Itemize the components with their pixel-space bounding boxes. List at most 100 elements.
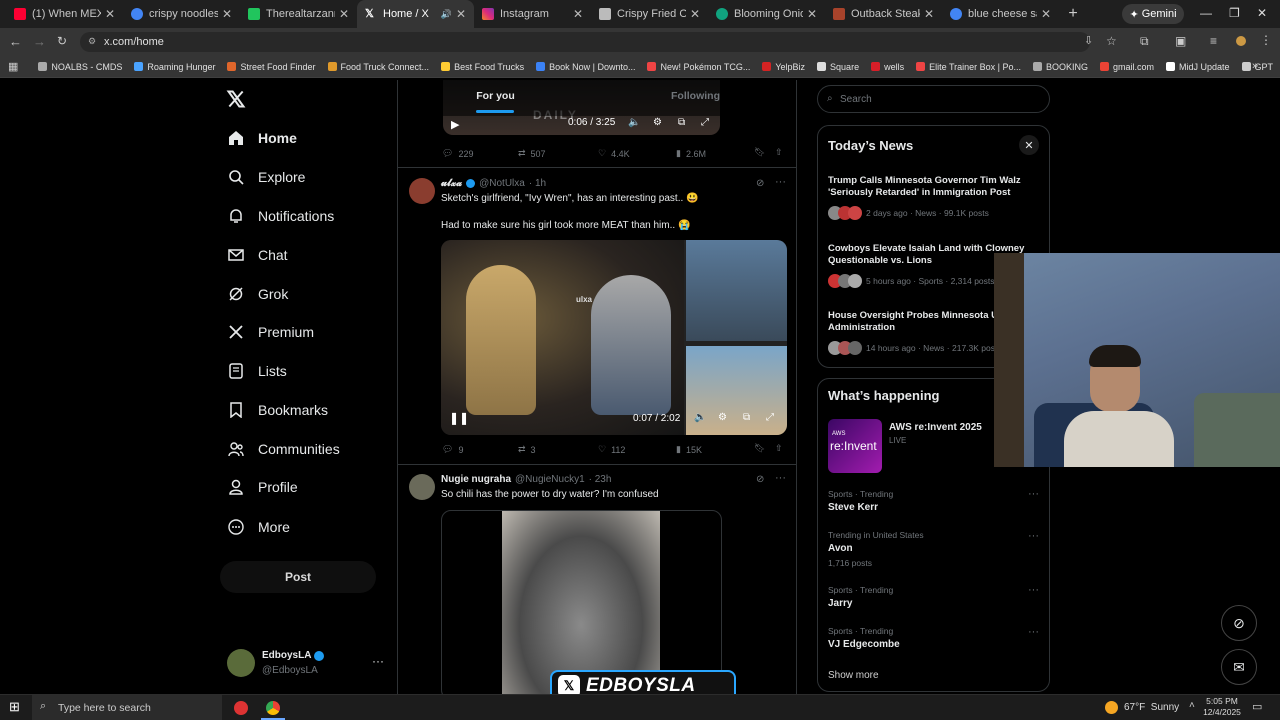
nav-lists[interactable]: Lists <box>228 363 287 379</box>
bookmark-item[interactable]: Roaming Hunger <box>134 62 215 72</box>
close-tab-icon[interactable]: ✕ <box>573 7 583 21</box>
grok-icon[interactable]: ⊘ <box>756 178 764 189</box>
profile-avatar-icon[interactable] <box>1236 36 1246 46</box>
like-button[interactable]: ♡ 112 <box>598 444 625 455</box>
fullscreen-icon[interactable]: ⤢ <box>766 412 774 423</box>
trend-title[interactable]: Jarry <box>828 598 852 609</box>
bookmark-item[interactable]: BOOKING <box>1032 62 1088 72</box>
back-icon[interactable]: ← <box>9 34 22 49</box>
weather-text[interactable]: 67°F Sunny <box>1124 702 1179 713</box>
address-bar[interactable]: ⚙ x.com/home ⇩ ☆ <box>80 32 1117 52</box>
bookmark-item[interactable]: Street Food Finder <box>227 62 316 72</box>
settings-icon[interactable]: ⚙ <box>718 412 727 423</box>
reply-button[interactable]: 💬︎ 9 <box>442 444 463 455</box>
avatar[interactable] <box>227 649 255 677</box>
account-menu-icon[interactable]: ··· <box>372 654 384 668</box>
app-icon[interactable] <box>234 701 248 715</box>
restore-icon[interactable]: ❐ <box>1229 6 1240 20</box>
browser-tab[interactable]: Outback Steakhous ✕ <box>825 0 942 28</box>
close-window-icon[interactable]: ✕ <box>1257 6 1267 20</box>
grok-fab-icon[interactable]: ⊘ <box>1221 605 1257 641</box>
tab-for-you[interactable]: For you <box>453 90 538 102</box>
nav-profile[interactable]: Profile <box>228 479 298 495</box>
bookmark-item[interactable]: Food Truck Connect... <box>327 62 429 72</box>
trend-title[interactable]: Steve Kerr <box>828 502 878 513</box>
views-button[interactable]: ▮ 15K <box>676 444 702 455</box>
browser-tab[interactable]: Crispy Fried Onions ✕ <box>591 0 708 28</box>
bookmark-item[interactable]: Book Now | Downto... <box>536 62 635 72</box>
volume-icon[interactable]: 🔈 <box>628 117 640 128</box>
post-video[interactable]: ulxa ❚❚ 0:07 / 2:02 🔈 ⚙ ⧉ ⤢ <box>441 240 787 435</box>
author-name[interactable]: 𝓾𝓵𝔁𝓪 <box>441 178 462 189</box>
more-bookmarks-icon[interactable]: » <box>1252 60 1258 72</box>
x-logo[interactable] <box>226 89 246 109</box>
post-button[interactable]: Post <box>220 561 376 593</box>
play-icon[interactable]: ▶ <box>451 118 459 131</box>
close-icon[interactable]: ✕ <box>1019 135 1039 155</box>
nav-chat[interactable]: Chat <box>228 247 288 263</box>
nav-more[interactable]: More <box>228 519 290 535</box>
bookmark-item[interactable]: YelpBiz <box>762 62 805 72</box>
bookmark-star-icon[interactable]: ☆ <box>1106 34 1117 48</box>
post-menu-icon[interactable]: ··· <box>775 176 786 188</box>
new-tab-button[interactable]: + <box>1059 5 1087 23</box>
speaker-icon[interactable]: 🔊 <box>441 9 452 20</box>
pip-icon[interactable]: ⧉ <box>678 117 685 128</box>
repost-button[interactable]: ⇄ 507 <box>518 148 546 159</box>
bookmark-item[interactable]: NOALBS - CMDS <box>38 62 122 72</box>
bookmark-item[interactable]: MidJ Update <box>1166 62 1230 72</box>
tab-following[interactable]: Following <box>653 90 738 102</box>
apps-grid-icon[interactable]: ▦ <box>8 60 18 73</box>
bookmark-item[interactable]: Best Food Trucks <box>441 62 524 72</box>
close-tab-icon[interactable]: ✕ <box>339 7 349 21</box>
media-icon[interactable]: ≡ <box>1210 34 1217 48</box>
trend-title[interactable]: Avon <box>828 543 853 554</box>
views-button[interactable]: ▮ 2.6M <box>676 148 706 159</box>
bookmark-item[interactable]: New! Pokémon TCG... <box>647 62 750 72</box>
trend-title[interactable]: VJ Edgecombe <box>828 639 900 650</box>
post-menu-icon[interactable]: ··· <box>775 472 786 484</box>
share-icon[interactable]: ⇧ <box>775 147 783 158</box>
nav-bookmarks[interactable]: Bookmarks <box>228 402 328 418</box>
search-input[interactable]: ⌕ Search <box>817 85 1050 113</box>
sidepanel-icon[interactable]: ▣ <box>1175 34 1186 48</box>
bookmark-item[interactable]: Elite Trainer Box | Po... <box>916 62 1021 72</box>
taskbar-search[interactable]: ⌕ Type here to search <box>32 695 222 720</box>
install-app-icon[interactable]: ⇩ <box>1084 34 1093 47</box>
show-more-link[interactable]: Show more <box>828 670 879 681</box>
trend-menu-icon[interactable]: ··· <box>1028 530 1039 542</box>
close-tab-icon[interactable]: ✕ <box>1041 7 1051 21</box>
browser-tab[interactable]: Instagram ✕ <box>474 0 591 28</box>
settings-icon[interactable]: ⚙ <box>653 117 662 128</box>
trend-menu-icon[interactable]: ··· <box>1028 626 1039 638</box>
trend-menu-icon[interactable]: ··· <box>1028 584 1039 596</box>
nav-premium[interactable]: Premium <box>228 324 314 340</box>
close-tab-icon[interactable]: ✕ <box>456 7 466 21</box>
avatar[interactable] <box>409 178 435 204</box>
clock[interactable]: 5:05 PM 12/4/2025 <box>1203 696 1241 718</box>
nav-explore[interactable]: Explore <box>228 169 305 185</box>
nav-communities[interactable]: Communities <box>228 441 340 457</box>
pip-icon[interactable]: ⧉ <box>743 412 750 423</box>
chevron-up-icon[interactable]: ˄ <box>1189 700 1195 711</box>
share-icon[interactable]: ⇧ <box>775 443 783 454</box>
bookmark-item[interactable]: wells <box>871 62 904 72</box>
bookmark-post-icon[interactable]: 🔖︎ <box>754 147 765 158</box>
bookmark-item[interactable]: Square <box>817 62 859 72</box>
fullscreen-icon[interactable]: ⤢ <box>701 117 709 128</box>
reload-icon[interactable]: ↻ <box>57 34 67 48</box>
nav-home[interactable]: Home <box>228 130 297 146</box>
browser-tab[interactable]: crispy noodles bulk ✕ <box>123 0 240 28</box>
close-tab-icon[interactable]: ✕ <box>690 7 700 21</box>
post-media[interactable] <box>441 510 722 694</box>
author-handle[interactable]: @NugieNucky1 <box>515 474 585 485</box>
close-tab-icon[interactable]: ✕ <box>222 7 232 21</box>
forward-icon[interactable]: → <box>33 34 46 49</box>
browser-tab[interactable]: Blooming Onion (B ✕ <box>708 0 825 28</box>
reply-button[interactable]: 💬︎ 229 <box>442 148 473 159</box>
windows-start-icon[interactable]: ⊞ <box>9 699 20 715</box>
browser-tab-active[interactable]: 𝕏 Home / X 🔊 ✕ <box>357 0 474 28</box>
close-tab-icon[interactable]: ✕ <box>105 7 115 21</box>
messages-fab-icon[interactable]: ✉ <box>1221 649 1257 685</box>
browser-tab[interactable]: (1) When MEXICAN ✕ <box>6 0 123 28</box>
